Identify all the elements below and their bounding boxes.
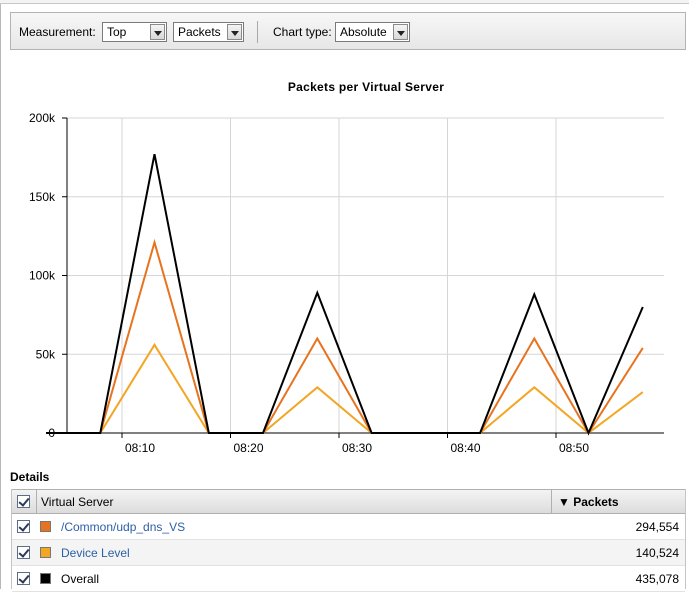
column-header-virtual-server[interactable]: Virtual Server [41,495,113,509]
series-line-overall [46,154,644,436]
y-tick-label: 50k [36,347,56,361]
series-color-swatch [40,521,51,532]
toolbar-separator [257,21,258,43]
toolbar: Measurement: Top Packets Chart type: Abs… [10,12,686,50]
row-checkbox[interactable] [17,520,30,533]
select-all-checkbox[interactable] [17,495,30,508]
virtual-server-link[interactable]: Device Level [61,546,130,560]
x-tick-label: 08:10 [125,441,155,455]
y-tick-label: 200k [29,111,56,125]
x-tick-label: 08:40 [450,441,480,455]
y-tick-label: 150k [29,190,56,204]
chevron-down-icon[interactable] [150,24,165,40]
x-tick-label: 08:30 [342,441,372,455]
x-tick-label: 08:20 [233,441,263,455]
packets-value: 435,078 [635,572,679,586]
series-color-swatch [40,547,51,558]
packets-value: 294,554 [635,520,679,534]
metric-select-value: Packets [178,25,221,39]
measurement-select-value: Top [107,25,127,39]
table-row: Device Level 140,524 [12,540,685,566]
chevron-down-icon[interactable] [393,24,408,40]
packets-value: 140,524 [635,546,679,560]
details-title: Details [10,470,50,484]
table-row: Overall 435,078 [12,566,685,592]
table-row: /Common/udp_dns_VS 294,554 [12,514,685,540]
chart-type-select-value: Absolute [340,25,387,39]
virtual-server-name: Overall [61,572,100,586]
measurement-select[interactable]: Top [102,22,167,42]
line-chart: 050k100k150k200k08:10 08:20 08:30 08:40 08:5… [29,111,664,455]
header-divider [551,490,552,514]
details-table: Virtual Server ▼ Packets /Common/udp_dns… [11,489,686,592]
series-color-swatch [40,573,51,584]
y-tick-label: 100k [29,269,56,283]
chevron-down-icon[interactable] [227,24,242,40]
series-line-device-level [46,342,644,435]
chart-type-label: Chart type: [273,25,332,39]
top-border [0,0,689,4]
x-tick-label: 08:50 [559,441,589,455]
chart-type-select[interactable]: Absolute [335,22,410,42]
row-checkbox[interactable] [17,546,30,559]
virtual-server-link[interactable]: /Common/udp_dns_VS [61,520,185,534]
header-divider [36,490,37,514]
column-header-packets[interactable]: ▼ Packets [558,495,619,509]
row-checkbox[interactable] [17,572,30,585]
metric-select[interactable]: Packets [173,22,244,42]
table-header: Virtual Server ▼ Packets [12,489,685,514]
measurement-label: Measurement: [19,25,96,39]
